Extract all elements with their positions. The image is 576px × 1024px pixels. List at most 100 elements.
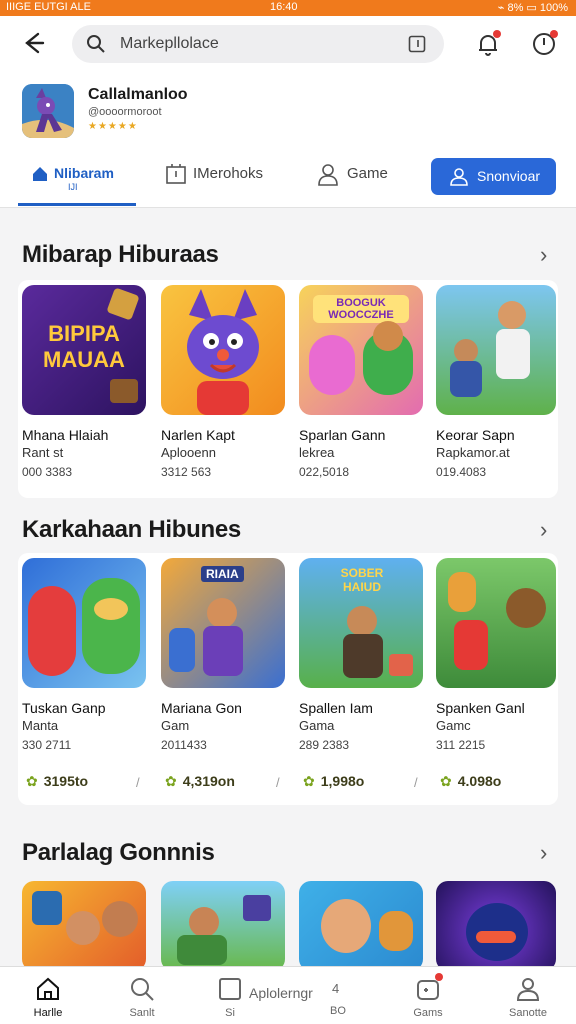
bell-button[interactable] bbox=[474, 30, 502, 58]
tab-merchants[interactable]: IMerohoks bbox=[165, 150, 275, 208]
item-subtitle: lekrea bbox=[299, 445, 335, 460]
item-subtitle: Gama bbox=[299, 718, 335, 733]
box-icon bbox=[32, 891, 62, 925]
tab-home[interactable]: Nlibaram IJI bbox=[18, 150, 136, 208]
nav-apps-text: Aplolerngr bbox=[249, 985, 313, 1001]
item-subtitle: Rapkamor.at bbox=[436, 445, 510, 460]
character-body-icon bbox=[450, 361, 482, 397]
item-title: Mhana Hlaiah bbox=[22, 427, 109, 443]
app-developer: @oooormoroot bbox=[88, 106, 162, 118]
list-item[interactable]: RIAIA Mariana Gon Gam 2011433 bbox=[161, 558, 285, 755]
character-body-icon bbox=[169, 628, 195, 672]
item-subtitle: Gamc bbox=[436, 718, 471, 733]
game-thumbnail bbox=[436, 558, 556, 688]
character-icon bbox=[454, 620, 488, 670]
app-icon[interactable] bbox=[22, 84, 74, 138]
list-item[interactable]: Spanken Ganl Gamc 311 2215 bbox=[436, 558, 556, 755]
tab-label: Nlibaram bbox=[54, 165, 114, 181]
search-input[interactable]: Markepllolace bbox=[120, 35, 219, 53]
item-title: Mariana Gon bbox=[161, 700, 242, 716]
item-subtitle: Aplooenn bbox=[161, 445, 216, 460]
section-title: Karkahaan Hibunes bbox=[22, 516, 241, 543]
character-head-icon bbox=[373, 321, 403, 351]
item-downloads: 330 2711 bbox=[22, 738, 72, 752]
character-icon bbox=[448, 572, 476, 612]
chevron-right-icon[interactable]: › bbox=[540, 517, 547, 543]
fox-character-icon bbox=[22, 84, 74, 138]
user-icon bbox=[318, 164, 338, 186]
nav-games[interactable]: Gams bbox=[383, 967, 473, 1024]
status-bar: IIIGE EUTGI ALE 16:40 ⌁ 8% ▭ 100% bbox=[0, 0, 576, 16]
character-head-icon bbox=[207, 598, 237, 628]
game-thumbnail: BOOGUK WOOCCZHE bbox=[299, 285, 423, 415]
list-item[interactable]: BOOGUK WOOCCZHE Sparlan Gann lekrea 022,… bbox=[299, 285, 423, 482]
item-subtitle: Rant st bbox=[22, 445, 64, 460]
nav-home[interactable]: Harlle bbox=[3, 967, 93, 1024]
coin-icon: ✿ bbox=[440, 773, 452, 789]
game-thumbnail bbox=[436, 285, 556, 415]
notification-dot bbox=[435, 973, 443, 981]
item-downloads: 289 2383 bbox=[299, 738, 350, 752]
chevron-right-icon[interactable]: › bbox=[540, 840, 547, 866]
item-downloads: 3312 563 bbox=[161, 465, 212, 479]
game-thumbnail bbox=[436, 881, 556, 971]
list-item[interactable] bbox=[161, 881, 285, 971]
list-item[interactable]: Tuskan Ganp Manta 330 2711 bbox=[22, 558, 146, 755]
item-title: Sparlan Gann bbox=[299, 427, 386, 443]
separator: / bbox=[276, 775, 280, 790]
list-item[interactable] bbox=[22, 881, 146, 971]
nav-label: Sanlt bbox=[129, 1007, 155, 1019]
nav-profile[interactable]: Sanotte bbox=[483, 967, 573, 1024]
item-title: Keorar Sapn bbox=[436, 427, 515, 443]
nav-search[interactable]: Sanlt bbox=[97, 967, 187, 1024]
tab-label: Game bbox=[347, 165, 388, 182]
tab-game[interactable]: Game bbox=[316, 150, 406, 208]
game-thumbnail bbox=[22, 881, 146, 971]
item-downloads: 022,5018 bbox=[299, 465, 350, 479]
app-name: Callalmanloo bbox=[88, 86, 188, 103]
list-item[interactable]: SOBER HAIUD Spallen Iam Gama 289 2383 bbox=[299, 558, 423, 755]
list-item[interactable] bbox=[299, 881, 423, 971]
item-title: Narlen Kapt bbox=[161, 427, 235, 443]
price-label: ✿ 3195to bbox=[26, 773, 89, 789]
scan-icon[interactable] bbox=[408, 35, 426, 53]
coin-icon: ✿ bbox=[303, 773, 315, 789]
character-body-icon bbox=[177, 935, 227, 965]
chest-icon bbox=[110, 379, 138, 403]
fox-character-icon bbox=[187, 289, 259, 415]
price-label: ✿ 1,998o bbox=[303, 773, 365, 789]
search-bar[interactable]: Markepllolace bbox=[72, 25, 444, 63]
item-title: Tuskan Ganp bbox=[22, 700, 106, 716]
status-left: IIIGE EUTGI ALE bbox=[6, 1, 91, 13]
price-label: ✿ 4,319on bbox=[165, 773, 235, 789]
list-item[interactable] bbox=[436, 881, 556, 971]
character-head-icon bbox=[66, 911, 100, 945]
user-icon bbox=[450, 168, 468, 186]
item-downloads: 000 3383 bbox=[22, 465, 73, 479]
list-item[interactable]: BIPIPA MAUAA Mhana Hlaiah Rant st 000 33… bbox=[22, 285, 146, 482]
back-button[interactable] bbox=[18, 28, 48, 58]
home-icon bbox=[37, 977, 59, 1000]
bottom-nav: Harlle Sanlt Si Aplolerngr 4 BO Gams San… bbox=[0, 966, 576, 1024]
nav-label: Gams bbox=[413, 1007, 443, 1019]
character-icon bbox=[82, 578, 140, 674]
store-icon bbox=[166, 164, 186, 184]
coin-icon: ✿ bbox=[26, 773, 38, 789]
character-head-icon bbox=[454, 339, 478, 363]
chevron-right-icon[interactable]: › bbox=[540, 242, 547, 268]
thumbnail-title: RIAIA bbox=[201, 566, 244, 582]
service-label: Snonvioar bbox=[477, 168, 541, 184]
item-downloads: 311 2215 bbox=[436, 738, 486, 752]
status-right: ⌁ 8% ▭ 100% bbox=[497, 2, 568, 14]
tab-label: IMerohoks bbox=[193, 165, 264, 182]
service-button[interactable]: Snonvioar bbox=[431, 158, 556, 195]
item-title: Spallen Iam bbox=[299, 700, 373, 716]
list-item[interactable]: Keorar Sapn Rapkamor.at 019.4083 bbox=[436, 285, 556, 482]
character-mouth-icon bbox=[476, 931, 516, 943]
list-item[interactable]: Narlen Kapt Aplooenn 3312 563 bbox=[161, 285, 285, 482]
clock-button[interactable] bbox=[530, 30, 558, 58]
nav-label: Sanotte bbox=[509, 1007, 547, 1019]
user-icon bbox=[516, 978, 540, 1001]
game-thumbnail bbox=[22, 558, 146, 688]
game-thumbnail bbox=[299, 881, 423, 971]
